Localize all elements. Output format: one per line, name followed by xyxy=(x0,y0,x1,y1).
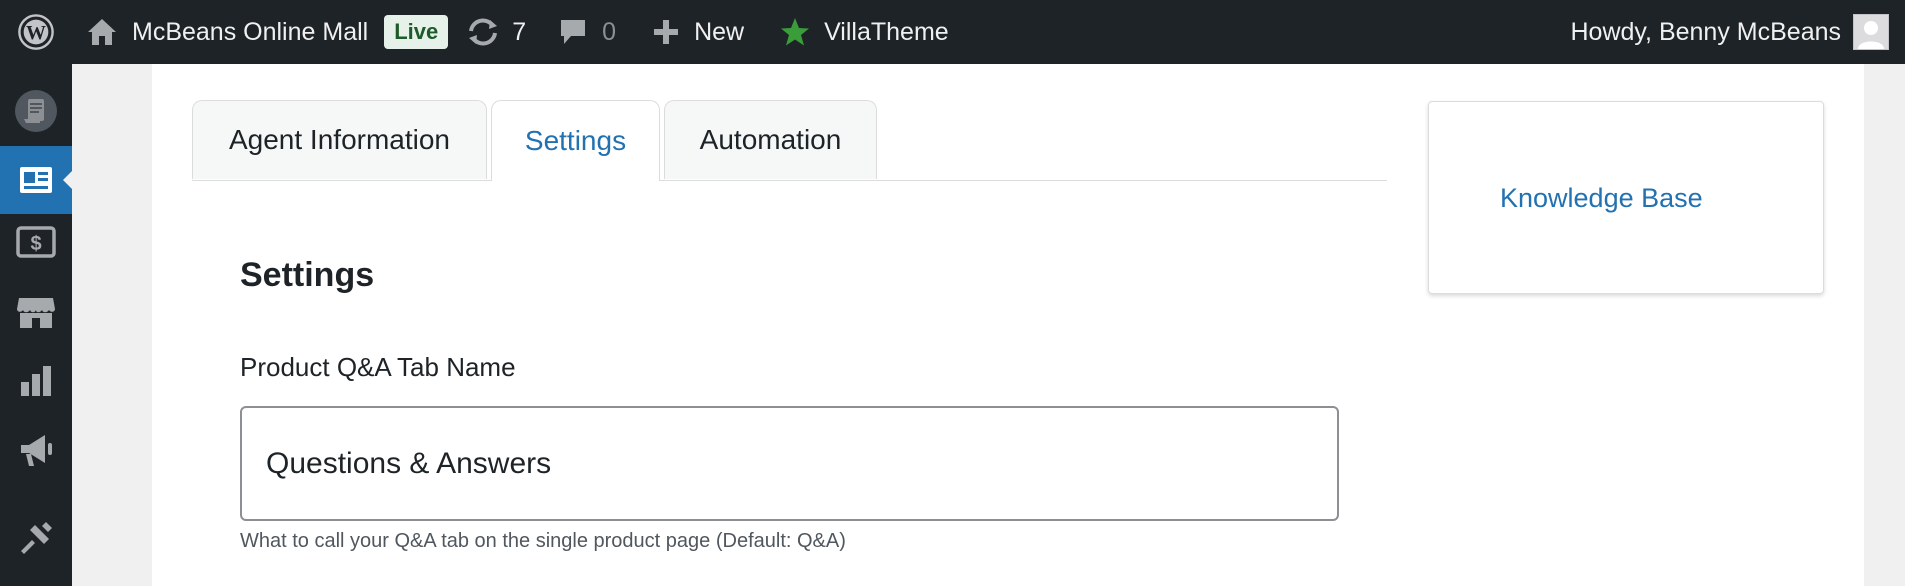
section-title: Settings xyxy=(240,256,375,294)
updates-icon xyxy=(469,18,498,46)
dollar-icon: $ xyxy=(16,226,56,258)
updates-link[interactable]: 7 xyxy=(466,0,526,64)
admin-bar: W McBeans Online Mall Live 7 0 New Villa… xyxy=(0,0,1905,64)
comment-icon xyxy=(561,20,586,44)
bar-chart-icon xyxy=(21,366,51,396)
sidebar-item-analytics[interactable] xyxy=(0,346,72,414)
sidebar-item-appearance[interactable] xyxy=(0,504,72,572)
comments-count: 0 xyxy=(602,17,617,46)
star-icon xyxy=(781,18,810,46)
wordpress-icon: W xyxy=(18,14,54,50)
villatheme-label: VillaTheme xyxy=(824,17,949,46)
live-badge: Live xyxy=(384,15,449,49)
svg-text:$: $ xyxy=(30,233,41,255)
svg-text:W: W xyxy=(26,22,46,44)
villatheme-link[interactable]: VillaTheme xyxy=(780,0,949,64)
sidebar-item-marketing[interactable] xyxy=(0,416,72,484)
paintbrush-icon xyxy=(21,522,52,554)
tab-agent-information[interactable]: Agent Information xyxy=(192,100,487,179)
id-card-icon xyxy=(20,167,52,193)
tab-settings[interactable]: Settings xyxy=(491,100,660,181)
avatar xyxy=(1853,14,1889,50)
site-name: McBeans Online Mall xyxy=(132,17,369,46)
megaphone-icon xyxy=(21,435,52,466)
tab-name-label: Product Q&A Tab Name xyxy=(240,352,516,382)
scroll-icon xyxy=(15,90,57,132)
sidebar-item-payments[interactable]: $ xyxy=(0,208,72,276)
updates-count: 7 xyxy=(512,17,527,46)
tab-name-input[interactable] xyxy=(240,406,1339,521)
admin-sidebar: $ xyxy=(0,64,72,586)
knowledge-base-box: Knowledge Base xyxy=(1428,101,1824,294)
settings-tabs: Agent Information Settings Automation xyxy=(192,100,1387,181)
tab-automation[interactable]: Automation xyxy=(664,100,877,179)
knowledge-base-link[interactable]: Knowledge Base xyxy=(1500,183,1703,214)
wordpress-logo-button[interactable]: W xyxy=(0,0,72,64)
home-icon xyxy=(88,19,116,45)
comments-link[interactable]: 0 xyxy=(558,0,616,64)
store-icon xyxy=(17,298,55,328)
sidebar-item-qa-agent[interactable] xyxy=(0,146,72,214)
tab-name-help-text: What to call your Q&A tab on the single … xyxy=(240,530,846,552)
greeting: Howdy, Benny McBeans xyxy=(1570,17,1842,46)
new-label: New xyxy=(694,17,745,46)
sidebar-item-plugin[interactable] xyxy=(0,77,72,145)
site-name-link[interactable]: McBeans Online Mall Live xyxy=(86,0,449,64)
sidebar-item-store[interactable] xyxy=(0,278,72,346)
plus-icon xyxy=(654,20,679,44)
new-content-button[interactable]: New xyxy=(652,0,744,64)
my-account-menu[interactable]: Howdy, Benny McBeans xyxy=(1570,0,1889,64)
